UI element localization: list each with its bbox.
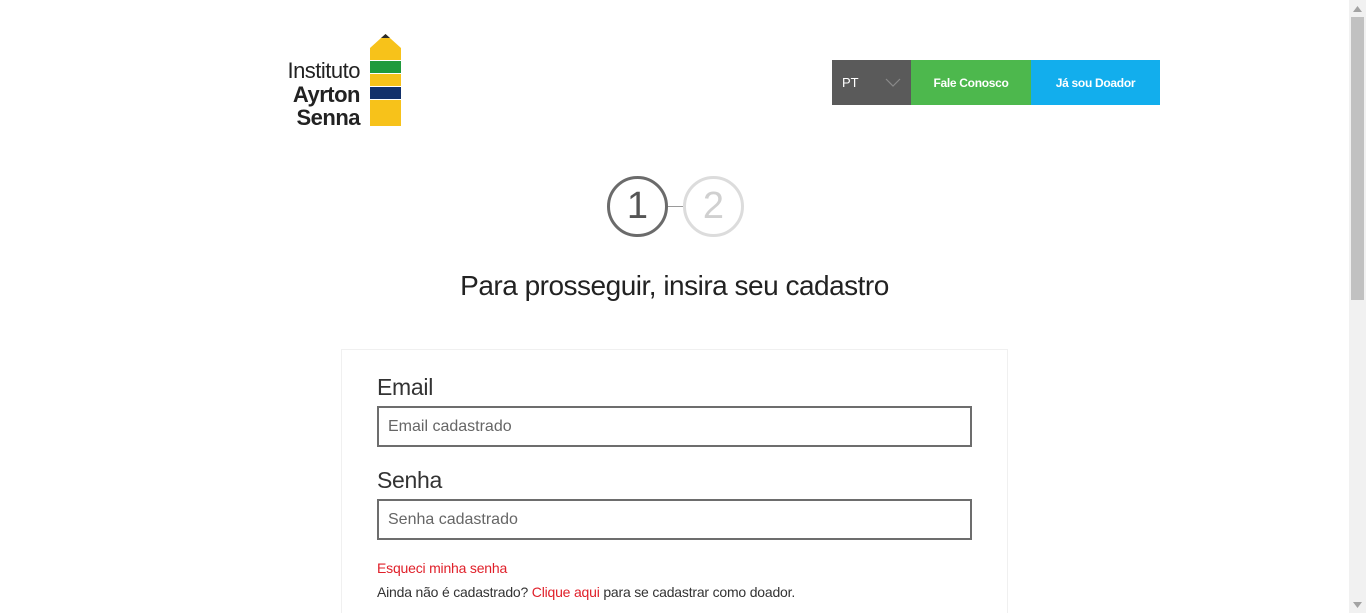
page: Instituto Ayrton Senna PT Fale Conosco J… bbox=[0, 0, 1349, 613]
password-label: Senha bbox=[377, 467, 443, 493]
step-connector bbox=[668, 206, 684, 207]
forgot-password-link[interactable]: Esqueci minha senha bbox=[377, 560, 507, 576]
email-input[interactable] bbox=[377, 406, 972, 447]
pencil-logo-icon bbox=[370, 34, 401, 126]
already-donor-button[interactable]: Já sou Doador bbox=[1031, 60, 1160, 105]
email-label: Email bbox=[377, 374, 434, 400]
page-title: Para prosseguir, insira seu cadastro bbox=[460, 270, 889, 301]
logo-line-senna: Senna bbox=[296, 105, 360, 130]
step-1-active: 1 bbox=[607, 176, 668, 237]
register-link[interactable]: Clique aqui bbox=[532, 584, 600, 600]
chevron-down-icon bbox=[885, 78, 901, 87]
register-suffix-text: para se cadastrar como doador. bbox=[603, 584, 796, 600]
step-indicator: 1 2 bbox=[606, 176, 746, 240]
instituto-ayrton-senna-logo[interactable]: Instituto Ayrton Senna bbox=[270, 34, 405, 130]
language-select[interactable]: PT bbox=[832, 60, 911, 105]
logo-line-ayrton: Ayrton bbox=[292, 82, 361, 107]
vertical-scrollbar[interactable] bbox=[1349, 0, 1366, 613]
scroll-up-arrow-icon[interactable] bbox=[1349, 0, 1366, 17]
register-prefix-text: Ainda não é cadastrado? bbox=[377, 584, 529, 600]
logo-wordmark: Instituto Ayrton Senna bbox=[270, 58, 361, 130]
logo-line-instituto: Instituto bbox=[287, 58, 360, 83]
language-select-value: PT bbox=[842, 75, 859, 90]
step-2-inactive: 2 bbox=[683, 176, 744, 237]
password-input[interactable] bbox=[377, 499, 972, 540]
scroll-down-arrow-icon[interactable] bbox=[1349, 596, 1366, 613]
register-prompt: Ainda não é cadastrado? Clique aqui para… bbox=[377, 584, 795, 600]
contact-us-button[interactable]: Fale Conosco bbox=[911, 60, 1031, 105]
scrollbar-thumb[interactable] bbox=[1351, 17, 1364, 300]
